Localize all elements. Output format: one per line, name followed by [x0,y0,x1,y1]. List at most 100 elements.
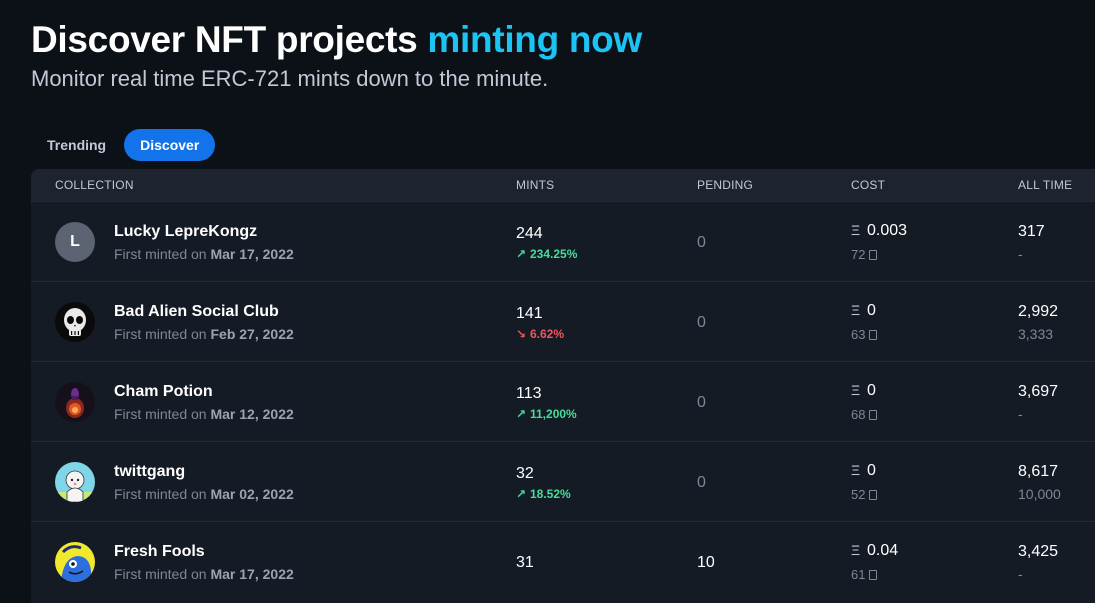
collection-name[interactable]: Cham Potion [114,383,213,401]
header-pending[interactable]: PENDING [697,178,753,192]
header-all-time[interactable]: ALL TIME [1018,178,1072,192]
all-time-count: 3,425 [1018,543,1059,560]
arrow-up-right-icon: ↗ [516,247,527,261]
avatar [55,302,95,342]
eth-icon: Ξ [851,382,861,398]
table-row[interactable]: Cham Potion First minted on Mar 12, 2022… [31,361,1095,441]
first-minted-date: Mar 12, 2022 [210,406,294,422]
pending-count: 0 [697,394,706,411]
gas-pump-icon [869,490,878,500]
eth-icon: Ξ [851,222,861,238]
gas-pump-icon [869,250,878,260]
pending-count: 0 [697,234,706,251]
gas-pump-icon [869,570,878,580]
collections-table: COLLECTION MINTS PENDING COST ALL TIME L… [31,169,1095,603]
header-mints[interactable]: MINTS [516,178,554,192]
mints-change: ↘ 6.62% [516,327,564,341]
mints-count: 32 [516,465,534,482]
header-cost[interactable]: COST [851,178,885,192]
header-collection[interactable]: COLLECTION [55,178,134,192]
page-subtitle: Monitor real time ERC-721 mints down to … [31,66,549,91]
tab-trending[interactable]: Trending [31,129,122,161]
eth-icon: Ξ [851,542,861,558]
avatar-letter: L [70,233,80,250]
first-minted-date: Mar 17, 2022 [210,246,294,262]
avatar [55,542,95,582]
gas-value: 52 [851,487,878,502]
mints-change-value: 18.52% [530,487,571,501]
page-title-accent: minting now [427,19,642,60]
page: Discover NFT projects minting now Monito… [0,0,1095,603]
pending-count: 0 [697,474,706,491]
gas-pump-icon [869,330,878,340]
max-supply: - [1018,406,1023,422]
cost-value: Ξ0 [851,302,876,320]
collection-name[interactable]: Fresh Fools [114,543,205,561]
character-avatar-icon [55,462,95,502]
first-minted: First minted on Mar 17, 2022 [114,246,294,262]
cost-value: Ξ 0.003 [851,222,907,240]
mints-change-value: 234.25% [530,247,578,261]
gas-value: 72 [851,247,878,262]
skull-avatar-icon [55,302,95,342]
avatar [55,382,95,422]
table-row[interactable]: Fresh Fools First minted on Mar 17, 2022… [31,521,1095,601]
mints-change: ↗ 18.52% [516,487,571,501]
avatar: L [55,222,95,262]
cost-value: Ξ 0.04 [851,542,898,560]
potion-avatar-icon [55,382,95,422]
collection-name[interactable]: Lucky LepreKongz [114,223,257,241]
mints-change: ↗ 11,200% [516,407,577,421]
table-row[interactable]: L Lucky LepreKongz First minted on Mar 1… [31,201,1095,281]
mints-count: 141 [516,305,543,322]
first-minted-label: First minted on [114,246,207,262]
first-minted: First minted on Mar 02, 2022 [114,486,294,502]
eth-icon: Ξ [851,462,861,478]
eth-icon: Ξ [851,302,861,318]
gas-amount: 68 [851,407,866,422]
collection-name[interactable]: Bad Alien Social Club [114,303,279,321]
gas-value: 68 [851,407,878,422]
table-row[interactable]: Bad Alien Social Club First minted on Fe… [31,281,1095,361]
mints-change: ↗ 234.25% [516,247,577,261]
cost-amount: 0 [867,302,876,319]
mints-count: 113 [516,385,542,402]
fool-avatar-icon [55,542,95,582]
first-minted-label: First minted on [114,486,207,502]
table-header: COLLECTION MINTS PENDING COST ALL TIME [31,169,1095,201]
pending-count: 10 [697,554,715,571]
gas-value: 63 [851,327,878,342]
max-supply: - [1018,246,1023,262]
mints-count: 244 [516,225,543,242]
first-minted-label: First minted on [114,326,207,342]
all-time-count: 2,992 [1018,303,1059,320]
mints-change-value: 11,200% [530,407,577,421]
first-minted-date: Mar 02, 2022 [210,486,294,502]
cost-amount: 0.04 [867,542,899,559]
max-supply: 10,000 [1018,486,1061,502]
mints-count: 31 [516,554,534,571]
first-minted-date: Feb 27, 2022 [210,326,294,342]
first-minted-label: First minted on [114,566,207,582]
first-minted: First minted on Feb 27, 2022 [114,326,294,342]
page-title: Discover NFT projects minting now [31,19,642,61]
tab-bar: Trending Discover [31,129,216,161]
first-minted: First minted on Mar 17, 2022 [114,566,294,582]
gas-amount: 63 [851,327,866,342]
first-minted-date: Mar 17, 2022 [210,566,294,582]
gas-amount: 52 [851,487,866,502]
arrow-up-right-icon: ↗ [516,487,527,501]
tab-discover[interactable]: Discover [124,129,216,161]
first-minted-label: First minted on [114,406,207,422]
table-row[interactable]: twittgang First minted on Mar 02, 2022 3… [31,441,1095,521]
all-time-count: 8,617 [1018,463,1059,480]
avatar [55,462,95,502]
mints-change-value: 6.62% [530,327,565,341]
all-time-count: 3,697 [1018,383,1059,400]
first-minted: First minted on Mar 12, 2022 [114,406,294,422]
arrow-up-right-icon: ↗ [516,407,527,421]
collection-name[interactable]: twittgang [114,463,185,481]
pending-count: 0 [697,314,706,331]
cost-amount: 0 [867,462,876,479]
cost-amount: 0 [867,382,876,399]
